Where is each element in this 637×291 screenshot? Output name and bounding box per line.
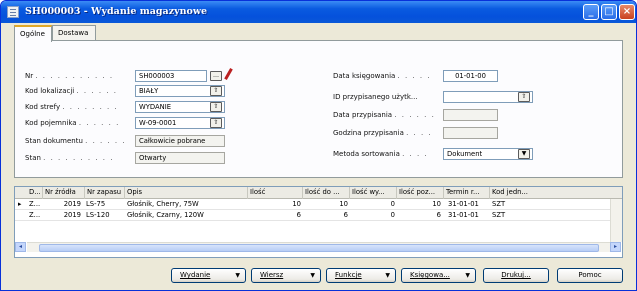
table-cell[interactable]: Z... [29,199,43,210]
column-header[interactable]: Opis [125,187,248,199]
table-cell[interactable]: 31-01-01 [448,199,488,210]
form-icon [7,6,19,18]
drukuj-button[interactable]: Drukuj... [483,268,549,283]
assist-edit-icon[interactable]: … [210,71,222,81]
tab-dostawa[interactable]: Dostawa [52,25,96,41]
ksiegowanie-menu-button[interactable]: Księgowa... ▼ [401,268,476,283]
table-row[interactable]: ▸ Z... 2019 LS-75 Głośnik, Cherry, 75W 1… [15,199,622,210]
assignment-time-field [443,127,498,139]
column-header[interactable]: Nr zapasu [85,187,125,199]
data-przypisania-label: Data przypisania . . . . . . [333,111,436,119]
button-label: Funkcje [335,271,362,279]
table-cell[interactable]: Głośnik, Cherry, 75W [127,199,247,210]
stan-dokumentu-label: Stan dokumentu . . . . . . [25,137,127,145]
row-selector-icon[interactable]: ▸ [18,199,26,210]
posting-date-field[interactable]: 01-01-00 [443,70,498,82]
status-field: Otwarty [135,152,225,164]
funkcje-menu-button[interactable]: Funkcje ▼ [326,268,396,283]
table-cell[interactable]: SZT [492,210,522,221]
pencil-icon[interactable] [224,68,233,80]
column-header[interactable]: Ilość do ... [303,187,350,199]
table-cell[interactable]: Z... [29,210,43,221]
column-header[interactable]: Kod jedn... [490,187,530,199]
chevron-down-icon: ▼ [465,272,470,279]
wiersz-menu-button[interactable]: Wiersz ▼ [251,268,321,283]
user-lookup-icon[interactable]: ⇧ [518,92,530,102]
maximize-button[interactable]: □ [601,4,617,20]
horizontal-scrollbar[interactable] [27,242,610,252]
lines-grid: D... Nr źródła Nr zapasu Opis Ilość Iloś… [14,186,623,258]
assigned-user-label: ID przypisanego użytk... [333,93,418,101]
table-cell[interactable]: 6 [248,210,301,221]
title-bar[interactable]: SH000003 - Wydanie magazynowe _ □ × [1,1,636,23]
chevron-down-icon: ▼ [310,272,315,279]
table-cell[interactable]: 2019 [43,199,81,210]
scroll-thumb[interactable] [39,244,599,252]
nr-label: Nr . . . . . . . . . . . [25,72,114,80]
grid-header: D... Nr źródła Nr zapasu Opis Ilość Iloś… [15,187,622,199]
chevron-down-icon: ▼ [235,272,240,279]
tab-ogolne[interactable]: Ogólne [14,25,52,42]
godzina-przypisania-label: Godzina przypisania . . . . [333,129,433,137]
table-cell[interactable]: Głośnik, Czarny, 120W [127,210,247,221]
window-title: SH000003 - Wydanie magazynowe [25,6,208,17]
close-button[interactable]: × [619,4,635,20]
chevron-down-icon: ▼ [385,272,390,279]
table-cell[interactable]: LS-120 [86,210,124,221]
kod-pojemnika-label: Kod pojemnika . . . . . . [25,119,120,127]
vertical-scrollbar[interactable] [610,199,622,242]
data-ksiegowania-label: Data księgowania . . . . . [333,72,432,80]
warehouse-shipment-window: SH000003 - Wydanie magazynowe _ □ × Ogól… [0,0,637,291]
minimize-button[interactable]: _ [583,4,599,20]
button-label: Drukuj... [501,271,531,279]
general-tab-panel: Nr . . . . . . . . . . . SH000003 … Kod … [14,40,623,178]
column-header[interactable]: Ilość poz... [397,187,444,199]
stan-label: Stan . . . . . . . . . . [25,154,114,162]
kod-lokalizacji-label: Kod lokalizacji . . . . . . [25,87,118,95]
nr-field[interactable]: SH000003 [135,70,207,82]
button-label: Pomoc [578,271,602,279]
scroll-right-icon[interactable]: ▸ [610,242,621,252]
table-cell[interactable]: 0 [350,199,395,210]
table-cell[interactable]: 0 [350,210,395,221]
table-cell[interactable]: 6 [397,210,441,221]
button-label: Księgowa... [410,271,450,279]
bin-lookup-icon[interactable]: ⇧ [210,118,222,128]
location-lookup-icon[interactable]: ⇧ [210,86,222,96]
column-header[interactable]: D... [27,187,43,199]
table-cell[interactable]: 10 [303,199,348,210]
button-label: Wiersz [260,271,284,279]
chevron-down-icon[interactable]: ▼ [518,149,530,159]
document-status-field: Całkowicie pobrane [135,135,225,147]
table-cell[interactable]: SZT [492,199,522,210]
table-cell[interactable]: 10 [248,199,301,210]
wydanie-menu-button[interactable]: Wydanie ▼ [171,268,246,283]
column-header[interactable]: Nr źródła [43,187,85,199]
kod-strefy-label: Kod strefy . . . . . . . . [25,103,119,111]
table-cell[interactable]: LS-75 [86,199,124,210]
button-label: Wydanie [180,271,211,279]
column-header[interactable]: Ilość wy... [350,187,397,199]
table-cell[interactable]: 2019 [43,210,81,221]
table-cell[interactable]: 10 [397,199,441,210]
assignment-date-field [443,109,498,121]
table-row[interactable]: Z... 2019 LS-120 Głośnik, Czarny, 120W 6… [15,210,622,221]
metoda-sortowania-label: Metoda sortowania . . . . [333,150,429,158]
scroll-left-icon[interactable]: ◂ [15,242,26,252]
table-cell[interactable]: 6 [303,210,348,221]
table-cell[interactable]: 31-01-01 [448,210,488,221]
column-header[interactable]: Termin r... [444,187,490,199]
column-header[interactable]: Ilość [248,187,303,199]
zone-lookup-icon[interactable]: ⇧ [210,102,222,112]
pomoc-button[interactable]: Pomoc [557,268,623,283]
